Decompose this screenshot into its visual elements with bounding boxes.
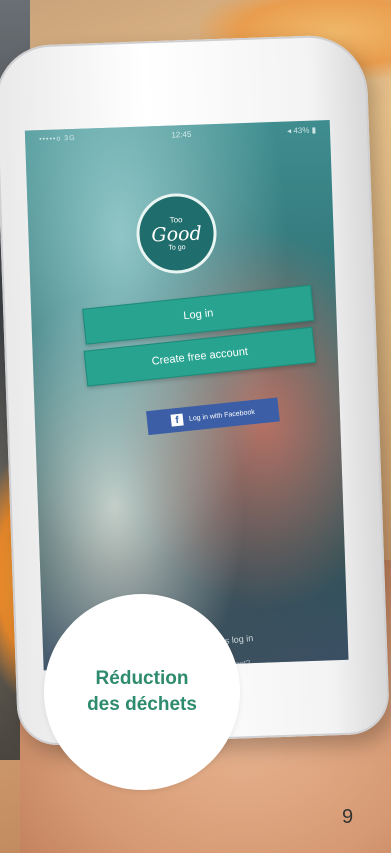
battery-indicator: ◂ 43% ▮ — [286, 125, 317, 136]
page-number: 9 — [342, 806, 354, 828]
status-bar: •••••o 3G 12:45 ◂ 43% ▮ — [25, 120, 330, 149]
facebook-login-label: Log in with Facebook — [188, 408, 256, 423]
logo-main-text: Good — [151, 222, 203, 247]
clock: 12:45 — [171, 129, 192, 140]
badge-line-2: des déchets — [87, 694, 197, 715]
facebook-login-button[interactable]: f Log in with Facebook — [146, 397, 280, 436]
phone-screen: •••••o 3G 12:45 ◂ 43% ▮ Too Good To go L… — [24, 120, 349, 671]
badge-line-1: Réduction — [95, 668, 189, 689]
logo-bottom-text: To go — [168, 244, 186, 252]
facebook-icon: f — [170, 413, 184, 427]
app-logo: Too Good To go — [135, 192, 218, 275]
signal-indicator: •••••o 3G — [39, 134, 76, 143]
reduction-badge: Réduction des déchets — [44, 594, 240, 790]
